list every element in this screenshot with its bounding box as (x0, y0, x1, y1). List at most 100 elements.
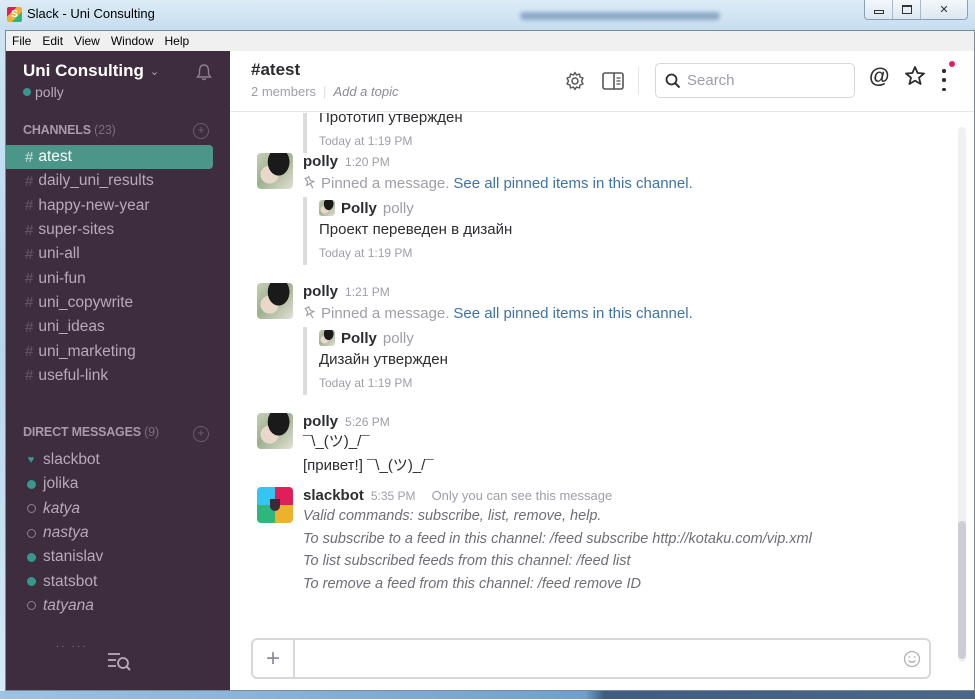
quote-timestamp[interactable]: Today at 1:19 PM (319, 371, 943, 395)
slack-app-icon: S (7, 7, 22, 22)
dm-item-statsbot[interactable]: statsbot (6, 569, 230, 593)
channel-item-uni-marketing[interactable]: # uni_marketing (6, 339, 213, 363)
member-count[interactable]: 2 members (251, 84, 316, 99)
channel-item-happy-new-year[interactable]: # happy-new-year (6, 194, 213, 218)
dm-label: statsbot (43, 572, 98, 590)
see-pinned-link[interactable]: See all pinned items in this channel. (453, 305, 692, 322)
minimize-button[interactable] (865, 0, 893, 19)
message-author[interactable]: slackbot (303, 487, 364, 504)
presence-away-icon (25, 504, 37, 514)
emoji-button[interactable] (895, 650, 929, 668)
menu-edit[interactable]: Edit (42, 34, 63, 48)
message-timestamp[interactable]: 5:26 PM (345, 415, 390, 429)
message-timestamp[interactable]: 1:21 PM (345, 285, 390, 299)
add-topic-link[interactable]: Add a topic (333, 84, 398, 99)
channel-title[interactable]: #atest (251, 60, 300, 80)
details-pane-icon[interactable] (602, 71, 624, 91)
channel-item-super-sites[interactable]: # super-sites (6, 218, 213, 242)
team-menu-button[interactable]: Uni Consulting ⌄ (23, 61, 159, 81)
mentions-icon[interactable]: @ (869, 65, 889, 89)
quote-author-name[interactable]: Polly (341, 330, 377, 347)
add-channel-icon[interactable]: + (193, 123, 209, 139)
menu-window[interactable]: Window (111, 34, 154, 48)
channel-item-daily-uni-results[interactable]: # daily_uni_results (6, 169, 213, 193)
quick-switcher-icon[interactable] (106, 651, 132, 673)
star-icon[interactable] (904, 65, 926, 87)
menu-file[interactable]: File (12, 34, 31, 48)
search-input[interactable] (687, 72, 847, 89)
menu-help[interactable]: Help (165, 34, 190, 48)
channel-item-uni-ideas[interactable]: # uni_ideas (6, 315, 213, 339)
dm-item-tatyana[interactable]: tatyana (6, 594, 230, 618)
dm-item-slackbot[interactable]: ♥ slackbot (6, 448, 230, 472)
channel-item-uni-copywrite[interactable]: # uni_copywrite (6, 291, 213, 315)
quote-timestamp[interactable]: Today at 1:19 PM (319, 241, 943, 265)
slackbot-avatar[interactable] (257, 487, 293, 523)
bell-icon[interactable] (196, 63, 212, 81)
hash-icon: # (25, 294, 34, 312)
avatar[interactable] (257, 413, 293, 449)
truncated-list-item: ·· ··· (56, 641, 88, 652)
pin-text: Pinned a message. (321, 304, 450, 322)
current-user[interactable]: polly (23, 84, 64, 100)
pinned-quote: Polly polly Проект переведен в дизайн To… (303, 197, 943, 265)
quote-text: Проект переведен в дизайн (319, 221, 513, 238)
pin-icon (304, 176, 316, 189)
sidebar: Uni Consulting ⌄ polly CHANNELS (23) + #… (6, 51, 230, 690)
presence-away-icon (25, 601, 37, 611)
quote-timestamp[interactable]: Today at 1:19 PM (319, 129, 463, 153)
dm-item-stanislav[interactable]: stanislav (6, 545, 230, 569)
channel-item-uni-fun[interactable]: # uni-fun (6, 266, 213, 290)
maximize-button[interactable] (893, 0, 921, 19)
dm-item-nastya[interactable]: nastya (6, 521, 230, 545)
bot-text-line: To list subscribed feeds from this chann… (303, 553, 631, 569)
channel-label: uni_copywrite (38, 293, 134, 311)
quote-text: Прототип утвержден (319, 113, 463, 126)
channel-item-useful-link[interactable]: # useful-link (6, 364, 213, 388)
message-author[interactable]: polly (303, 153, 338, 170)
gear-icon[interactable] (565, 71, 585, 91)
main-pane: #atest 2 members | Add a topic Search @ … (230, 51, 974, 690)
background-blur (520, 12, 720, 20)
channels-header[interactable]: CHANNELS (23) (23, 123, 116, 137)
attach-button[interactable]: + (253, 640, 295, 677)
channel-meta: 2 members | Add a topic (251, 84, 398, 99)
dm-label: nastya (43, 524, 89, 542)
more-options-icon[interactable] (942, 69, 946, 91)
pinned-quote: Polly polly Дизайн утвержден Today at 1:… (303, 327, 943, 395)
window-title: Slack - Uni Consulting (27, 6, 155, 21)
message-timestamp[interactable]: 5:35 PM (371, 489, 416, 503)
scrollbar-thumb[interactable] (958, 521, 966, 659)
dm-list: ♥ slackbot jolika katya nastya stanislav … (6, 448, 230, 618)
avatar-small (319, 330, 335, 346)
close-icon: ✕ (939, 4, 949, 16)
quote-author-name[interactable]: Polly (341, 200, 377, 217)
hash-icon: # (25, 197, 34, 215)
quote-text: Дизайн утвержден (319, 351, 448, 368)
dm-item-katya[interactable]: katya (6, 497, 230, 521)
avatar[interactable] (257, 283, 293, 319)
hash-icon: # (25, 221, 34, 239)
add-dm-icon[interactable]: + (193, 426, 209, 442)
close-button[interactable]: ✕ (921, 0, 967, 19)
message-author[interactable]: polly (303, 413, 338, 430)
message-author[interactable]: polly (303, 283, 338, 300)
see-pinned-link[interactable]: See all pinned items in this channel. (453, 175, 692, 192)
search-box[interactable] (655, 63, 855, 98)
direct-messages-header[interactable]: DIRECT MESSAGES (9) (23, 425, 159, 439)
message-input[interactable] (295, 640, 895, 677)
channels-header-label: CHANNELS (23, 123, 91, 137)
dm-item-jolika[interactable]: jolika (6, 472, 230, 496)
channel-label: uni-fun (38, 269, 86, 287)
message-timestamp[interactable]: 1:20 PM (345, 155, 390, 169)
channel-item-atest[interactable]: # atest (6, 145, 213, 170)
quote-username: polly (382, 199, 414, 217)
channel-item-uni-all[interactable]: # uni-all (6, 242, 213, 266)
menu-view[interactable]: View (74, 34, 100, 48)
window-controls: ✕ (864, 0, 968, 20)
dm-count: (9) (144, 425, 159, 439)
bot-text-line: To remove a feed from this channel: /fee… (303, 575, 641, 592)
header-divider (638, 67, 639, 95)
message-list: Прототип утвержден Today at 1:19 PM poll… (230, 113, 950, 613)
avatar[interactable] (257, 153, 293, 189)
